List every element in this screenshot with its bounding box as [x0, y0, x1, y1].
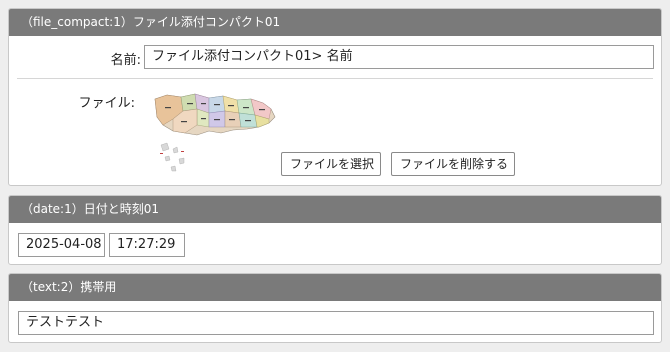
file-compact-panel-header: （file_compact:1）ファイル添付コンパクト01 [9, 9, 661, 36]
mobile-text-input[interactable]: テストテスト [18, 311, 654, 335]
delete-file-button[interactable]: ファイルを削除する [391, 152, 515, 176]
select-file-button[interactable]: ファイルを選択 [281, 152, 381, 176]
mobile-text-panel-header: （text:2）携帯用 [9, 274, 661, 301]
date-input[interactable]: 2025-04-08 [18, 233, 105, 257]
time-input[interactable]: 17:27:29 [109, 233, 185, 257]
date-panel: （date:1）日付と時刻01 2025-04-08 17:27:29 [8, 195, 662, 265]
name-label: 名前: [110, 53, 141, 68]
name-input[interactable]: ファイル添付コンパクト01> 名前 [144, 45, 654, 69]
file-label: ファイル: [78, 96, 135, 111]
date-panel-header: （date:1）日付と時刻01 [9, 196, 661, 223]
form-divider [17, 78, 653, 79]
map-thumbnail-image [151, 89, 281, 175]
mobile-text-panel: （text:2）携帯用 テストテスト [8, 273, 662, 343]
file-compact-panel: （file_compact:1）ファイル添付コンパクト01 名前: ファイル添付… [8, 8, 662, 186]
